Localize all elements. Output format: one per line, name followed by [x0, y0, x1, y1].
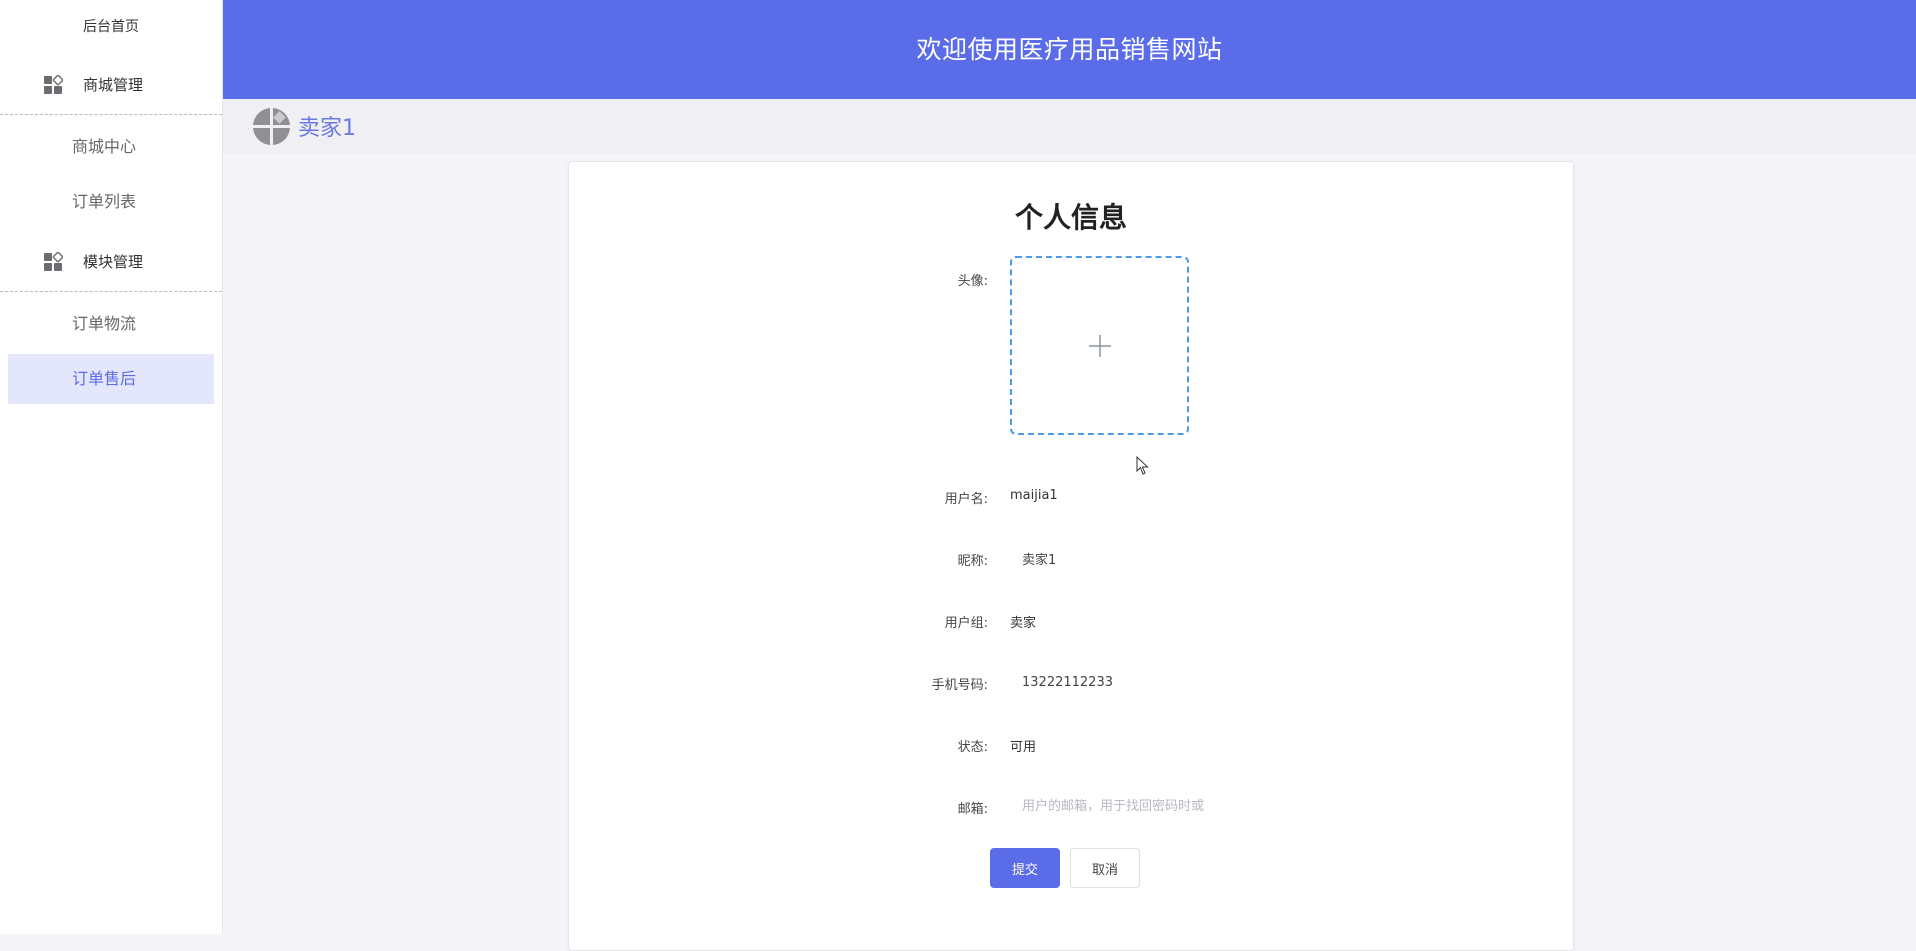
sidebar-item-after-sales[interactable]: 订单售后 [8, 354, 214, 404]
phone-input[interactable] [1010, 666, 1210, 698]
site-title: 欢迎使用医疗用品销售网站 [916, 35, 1223, 64]
nickname-input[interactable] [1010, 542, 1210, 574]
email-input[interactable] [1010, 790, 1210, 822]
email-row: 邮箱: [569, 786, 1573, 826]
sidebar-group-label: 商城管理 [83, 76, 144, 94]
page-title: 个人信息 [1014, 201, 1127, 234]
sidebar-item-order-list[interactable]: 订单列表 [8, 177, 214, 227]
sidebar-group-label: 模块管理 [83, 253, 144, 271]
sidebar-group-mall-management[interactable]: 商城管理 [0, 55, 222, 115]
profile-form-card: 个人信息 头像: 用户名: maijia1 昵称: 用户组: 卖家 手机号码: … [568, 161, 1574, 951]
avatar-image [253, 107, 290, 145]
sidebar: 后台首页 商城管理 商城中心 订单列表 模块管理 订单物流 订单售后 [0, 0, 223, 934]
user-bar: 卖家1 [223, 99, 1916, 153]
avatar-label: 头像: [957, 274, 988, 289]
phone-label: 手机号码: [931, 678, 988, 693]
username-value: maijia1 [1010, 488, 1058, 503]
nickname-label: 昵称: [957, 554, 988, 569]
email-label: 邮箱: [957, 802, 988, 817]
sidebar-group-module-management[interactable]: 模块管理 [0, 232, 222, 292]
phone-row: 手机号码: [569, 662, 1573, 702]
status-row: 状态: 可用 [569, 724, 1573, 764]
mouse-cursor-icon [1136, 456, 1149, 475]
status-value: 可用 [1010, 740, 1037, 755]
plus-icon [1088, 334, 1111, 357]
current-username: 卖家1 [298, 116, 356, 141]
page-header: 欢迎使用医疗用品销售网站 [223, 0, 1916, 99]
user-group-label: 用户组: [944, 616, 988, 631]
submit-button[interactable]: 提交 [990, 848, 1060, 888]
status-label: 状态: [957, 740, 988, 755]
grid-icon [44, 251, 63, 271]
grid-icon [44, 74, 63, 94]
user-group-row: 用户组: 卖家 [569, 600, 1573, 640]
avatar-icon[interactable] [253, 107, 290, 145]
sidebar-item-mall-center[interactable]: 商城中心 [8, 122, 214, 172]
sidebar-item-order-logistics[interactable]: 订单物流 [8, 299, 214, 349]
avatar-upload[interactable] [1010, 256, 1189, 435]
nickname-row: 昵称: [569, 538, 1573, 578]
cancel-button[interactable]: 取消 [1070, 848, 1140, 888]
sidebar-home-link[interactable]: 后台首页 [0, 0, 222, 55]
user-group-value: 卖家 [1010, 616, 1037, 631]
username-row: 用户名: maijia1 [569, 476, 1573, 516]
username-label: 用户名: [944, 492, 988, 507]
